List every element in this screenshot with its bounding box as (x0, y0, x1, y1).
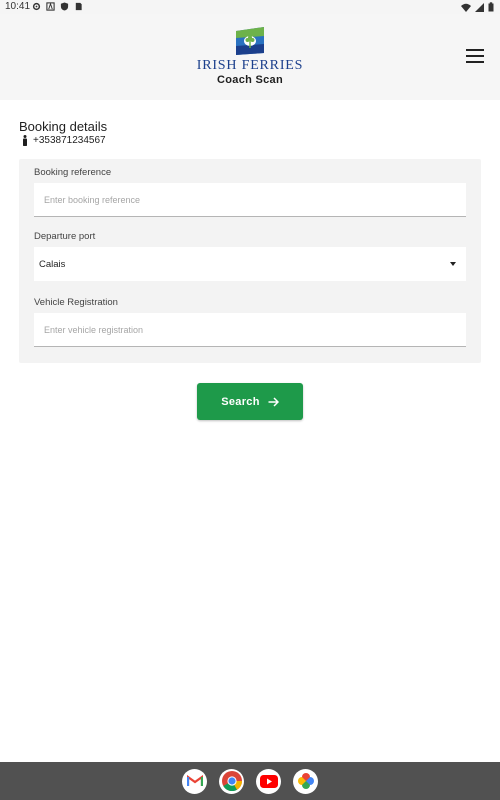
chrome-icon[interactable] (219, 768, 244, 794)
departure-port-label: Departure port (34, 231, 96, 242)
battery-icon (488, 2, 494, 12)
a-icon (46, 2, 55, 11)
person-icon (23, 135, 27, 146)
irish-ferries-logo: IRISH FERRIES Coach Scan (190, 26, 310, 87)
app-header: IRISH FERRIES Coach Scan (0, 14, 500, 100)
vehicle-registration-label: Vehicle Registration (34, 297, 118, 308)
flag-logo-icon (236, 27, 264, 55)
photos-icon[interactable] (293, 768, 318, 794)
arrow-right-icon (268, 396, 279, 407)
phone-row: +353871234567 (22, 135, 106, 146)
booking-form: Booking reference Departure port Calais … (19, 159, 481, 363)
departure-port-value: Calais (39, 258, 66, 270)
booking-details-title: Booking details (19, 119, 108, 134)
wifi-icon (461, 3, 471, 12)
brand-name: IRISH FERRIES (196, 58, 304, 73)
booking-reference-input[interactable] (34, 183, 466, 216)
booking-reference-label: Booking reference (34, 167, 112, 178)
status-time: 10:41 (5, 1, 31, 12)
gear-icon (32, 2, 41, 11)
youtube-icon[interactable] (256, 768, 281, 794)
status-bar: 10:41 (0, 0, 500, 14)
gmail-icon[interactable] (182, 768, 207, 794)
signal-icon (475, 2, 484, 12)
departure-port-select[interactable]: Calais (34, 247, 466, 281)
phone-number: +353871234567 (33, 135, 106, 146)
sim-icon (75, 2, 82, 11)
booking-reference-field (34, 183, 466, 217)
shield-icon (60, 2, 69, 11)
dropdown-arrow-icon (450, 262, 456, 266)
app-subtitle: Coach Scan (217, 74, 283, 86)
search-button[interactable]: Search (197, 383, 303, 420)
search-button-label: Search (221, 395, 260, 408)
hamburger-menu-icon[interactable] (466, 49, 484, 63)
vehicle-registration-field (34, 313, 466, 347)
vehicle-registration-input[interactable] (34, 313, 466, 346)
android-nav-bar (0, 762, 500, 800)
